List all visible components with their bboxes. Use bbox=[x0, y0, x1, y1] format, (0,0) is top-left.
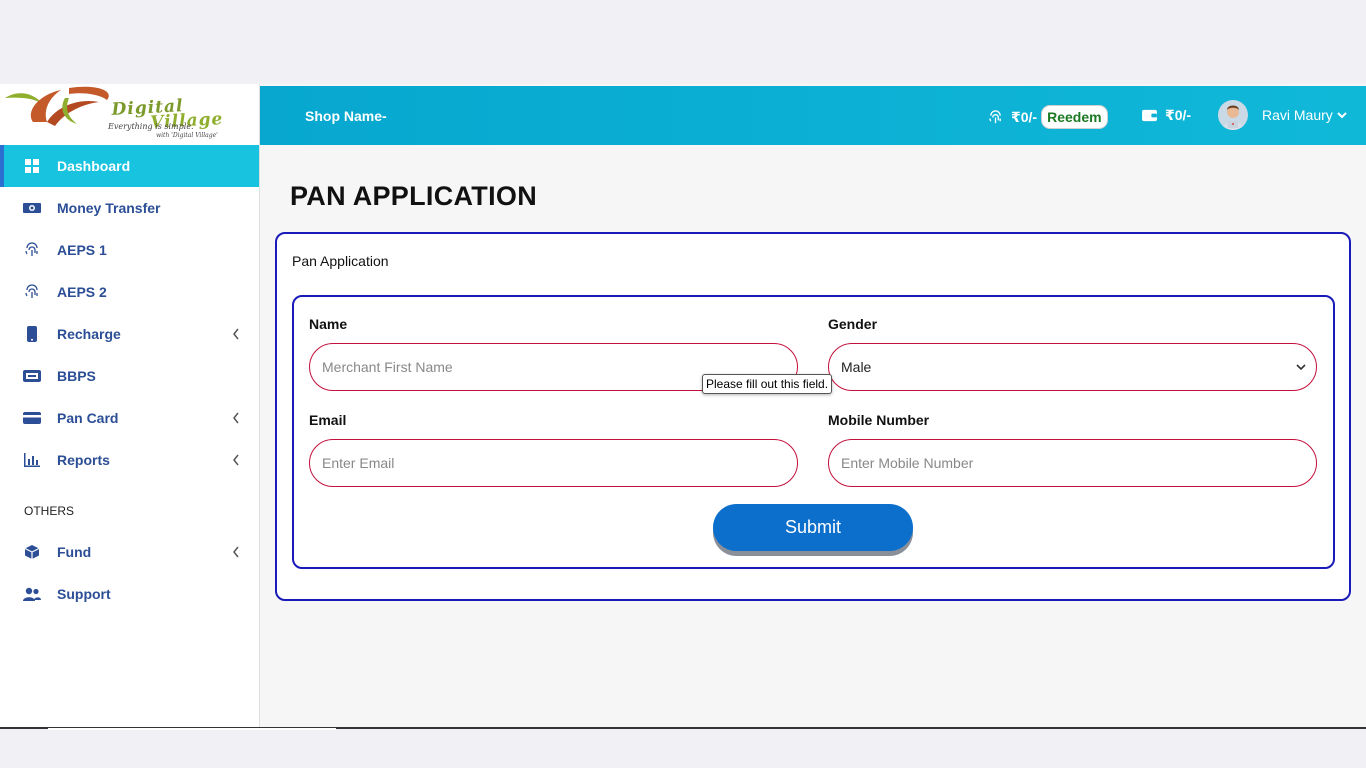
wallet-icon bbox=[1142, 109, 1157, 122]
sidebar-nav-others: Fund Support bbox=[0, 531, 259, 615]
chevron-down-icon bbox=[1337, 112, 1347, 119]
email-field-group: Email bbox=[309, 412, 798, 487]
gender-label: Gender bbox=[828, 316, 878, 332]
top-header: Shop Name- ₹0/- Reedem ₹0/- Ravi Maury bbox=[260, 86, 1366, 145]
sidebar: Digital Village Everything is simple. wi… bbox=[0, 84, 260, 727]
users-icon bbox=[23, 585, 41, 603]
sidebar-nav: Dashboard Money Transfer AEPS 1 AEPS 2 R… bbox=[0, 145, 259, 481]
aeps-balance: ₹0/- bbox=[1011, 108, 1038, 125]
sidebar-item-label: Money Transfer bbox=[57, 200, 161, 216]
fingerprint-icon bbox=[989, 109, 1001, 123]
sidebar-item-support[interactable]: Support bbox=[0, 573, 259, 615]
logo-tagline-line2: with 'Digital Village' bbox=[156, 132, 218, 139]
sidebar-item-pan-card[interactable]: Pan Card bbox=[0, 397, 259, 439]
sidebar-item-label: Dashboard bbox=[57, 158, 131, 174]
logo-tagline-line1: Everything is simple. bbox=[108, 122, 194, 131]
submit-button[interactable]: Submit bbox=[713, 504, 913, 551]
gender-selected-value: Male bbox=[841, 359, 872, 375]
user-menu[interactable]: Ravi Maury bbox=[1218, 100, 1347, 130]
chevron-left-icon bbox=[233, 412, 239, 424]
main-wallet: ₹0/- bbox=[1142, 107, 1191, 124]
mobile-icon bbox=[23, 325, 41, 343]
user-name: Ravi Maury bbox=[1262, 107, 1333, 123]
app-window: Digital Village Everything is simple. wi… bbox=[0, 84, 1366, 729]
sidebar-item-label: Reports bbox=[57, 452, 110, 468]
fingerprint-icon bbox=[23, 283, 41, 301]
redeem-button[interactable]: Reedem bbox=[1041, 105, 1108, 129]
validation-tooltip: Please fill out this field. bbox=[702, 374, 833, 394]
box-icon bbox=[23, 543, 41, 561]
sidebar-section-others: OTHERS bbox=[24, 504, 75, 518]
chart-icon bbox=[23, 451, 41, 469]
dashboard-grid-icon bbox=[23, 157, 41, 175]
sidebar-item-label: BBPS bbox=[57, 368, 96, 384]
gender-select[interactable]: Male bbox=[828, 343, 1317, 391]
credit-card-icon bbox=[23, 409, 41, 427]
sidebar-item-reports[interactable]: Reports bbox=[0, 439, 259, 481]
email-label: Email bbox=[309, 412, 347, 428]
main-content: PAN APPLICATION Pan Application Name Gen… bbox=[260, 145, 1366, 727]
sidebar-item-recharge[interactable]: Recharge bbox=[0, 313, 259, 355]
page-title: PAN APPLICATION bbox=[290, 181, 537, 211]
card-title: Pan Application bbox=[292, 253, 389, 269]
shop-name: Shop Name- bbox=[305, 108, 387, 124]
sidebar-item-label: Pan Card bbox=[57, 410, 119, 426]
taskbar-edge bbox=[48, 728, 336, 730]
email-input[interactable] bbox=[309, 439, 798, 487]
name-label: Name bbox=[309, 316, 348, 332]
avatar bbox=[1218, 100, 1248, 130]
chevron-left-icon bbox=[233, 454, 239, 466]
sidebar-item-aeps-1[interactable]: AEPS 1 bbox=[0, 229, 259, 271]
sidebar-item-bbps[interactable]: BBPS bbox=[0, 355, 259, 397]
sidebar-item-aeps-2[interactable]: AEPS 2 bbox=[0, 271, 259, 313]
sidebar-item-dashboard[interactable]: Dashboard bbox=[0, 145, 259, 187]
bill-icon bbox=[23, 367, 41, 385]
pan-application-form: Name Gender Male Please fill out this fi… bbox=[292, 295, 1335, 569]
mobile-field-group: Mobile Number bbox=[828, 412, 1317, 487]
sidebar-item-label: Recharge bbox=[57, 326, 121, 342]
wallet-balance: ₹0/- bbox=[1165, 107, 1192, 123]
mobile-input[interactable] bbox=[828, 439, 1317, 487]
sidebar-item-label: Fund bbox=[57, 544, 92, 560]
brand-logo[interactable]: Digital Village Everything is simple. wi… bbox=[0, 84, 259, 145]
sidebar-item-label: AEPS 1 bbox=[57, 242, 107, 258]
money-icon bbox=[23, 199, 41, 217]
chevron-down-icon bbox=[1296, 364, 1306, 371]
mobile-label: Mobile Number bbox=[828, 412, 930, 428]
sidebar-item-label: AEPS 2 bbox=[57, 284, 107, 300]
gender-field-group: Gender Male bbox=[828, 316, 1317, 391]
aeps-wallet: ₹0/- Reedem bbox=[988, 105, 1108, 129]
fingerprint-icon bbox=[23, 241, 41, 259]
sidebar-item-fund[interactable]: Fund bbox=[0, 531, 259, 573]
sidebar-item-label: Support bbox=[57, 586, 111, 602]
logo-swoosh-icon bbox=[5, 86, 109, 126]
logo-tagline: Everything is simple. with 'Digital Vill… bbox=[108, 122, 218, 140]
sidebar-item-money-transfer[interactable]: Money Transfer bbox=[0, 187, 259, 229]
chevron-left-icon bbox=[233, 546, 239, 558]
chevron-left-icon bbox=[233, 328, 239, 340]
pan-application-card: Pan Application Name Gender Male Please … bbox=[275, 232, 1351, 601]
